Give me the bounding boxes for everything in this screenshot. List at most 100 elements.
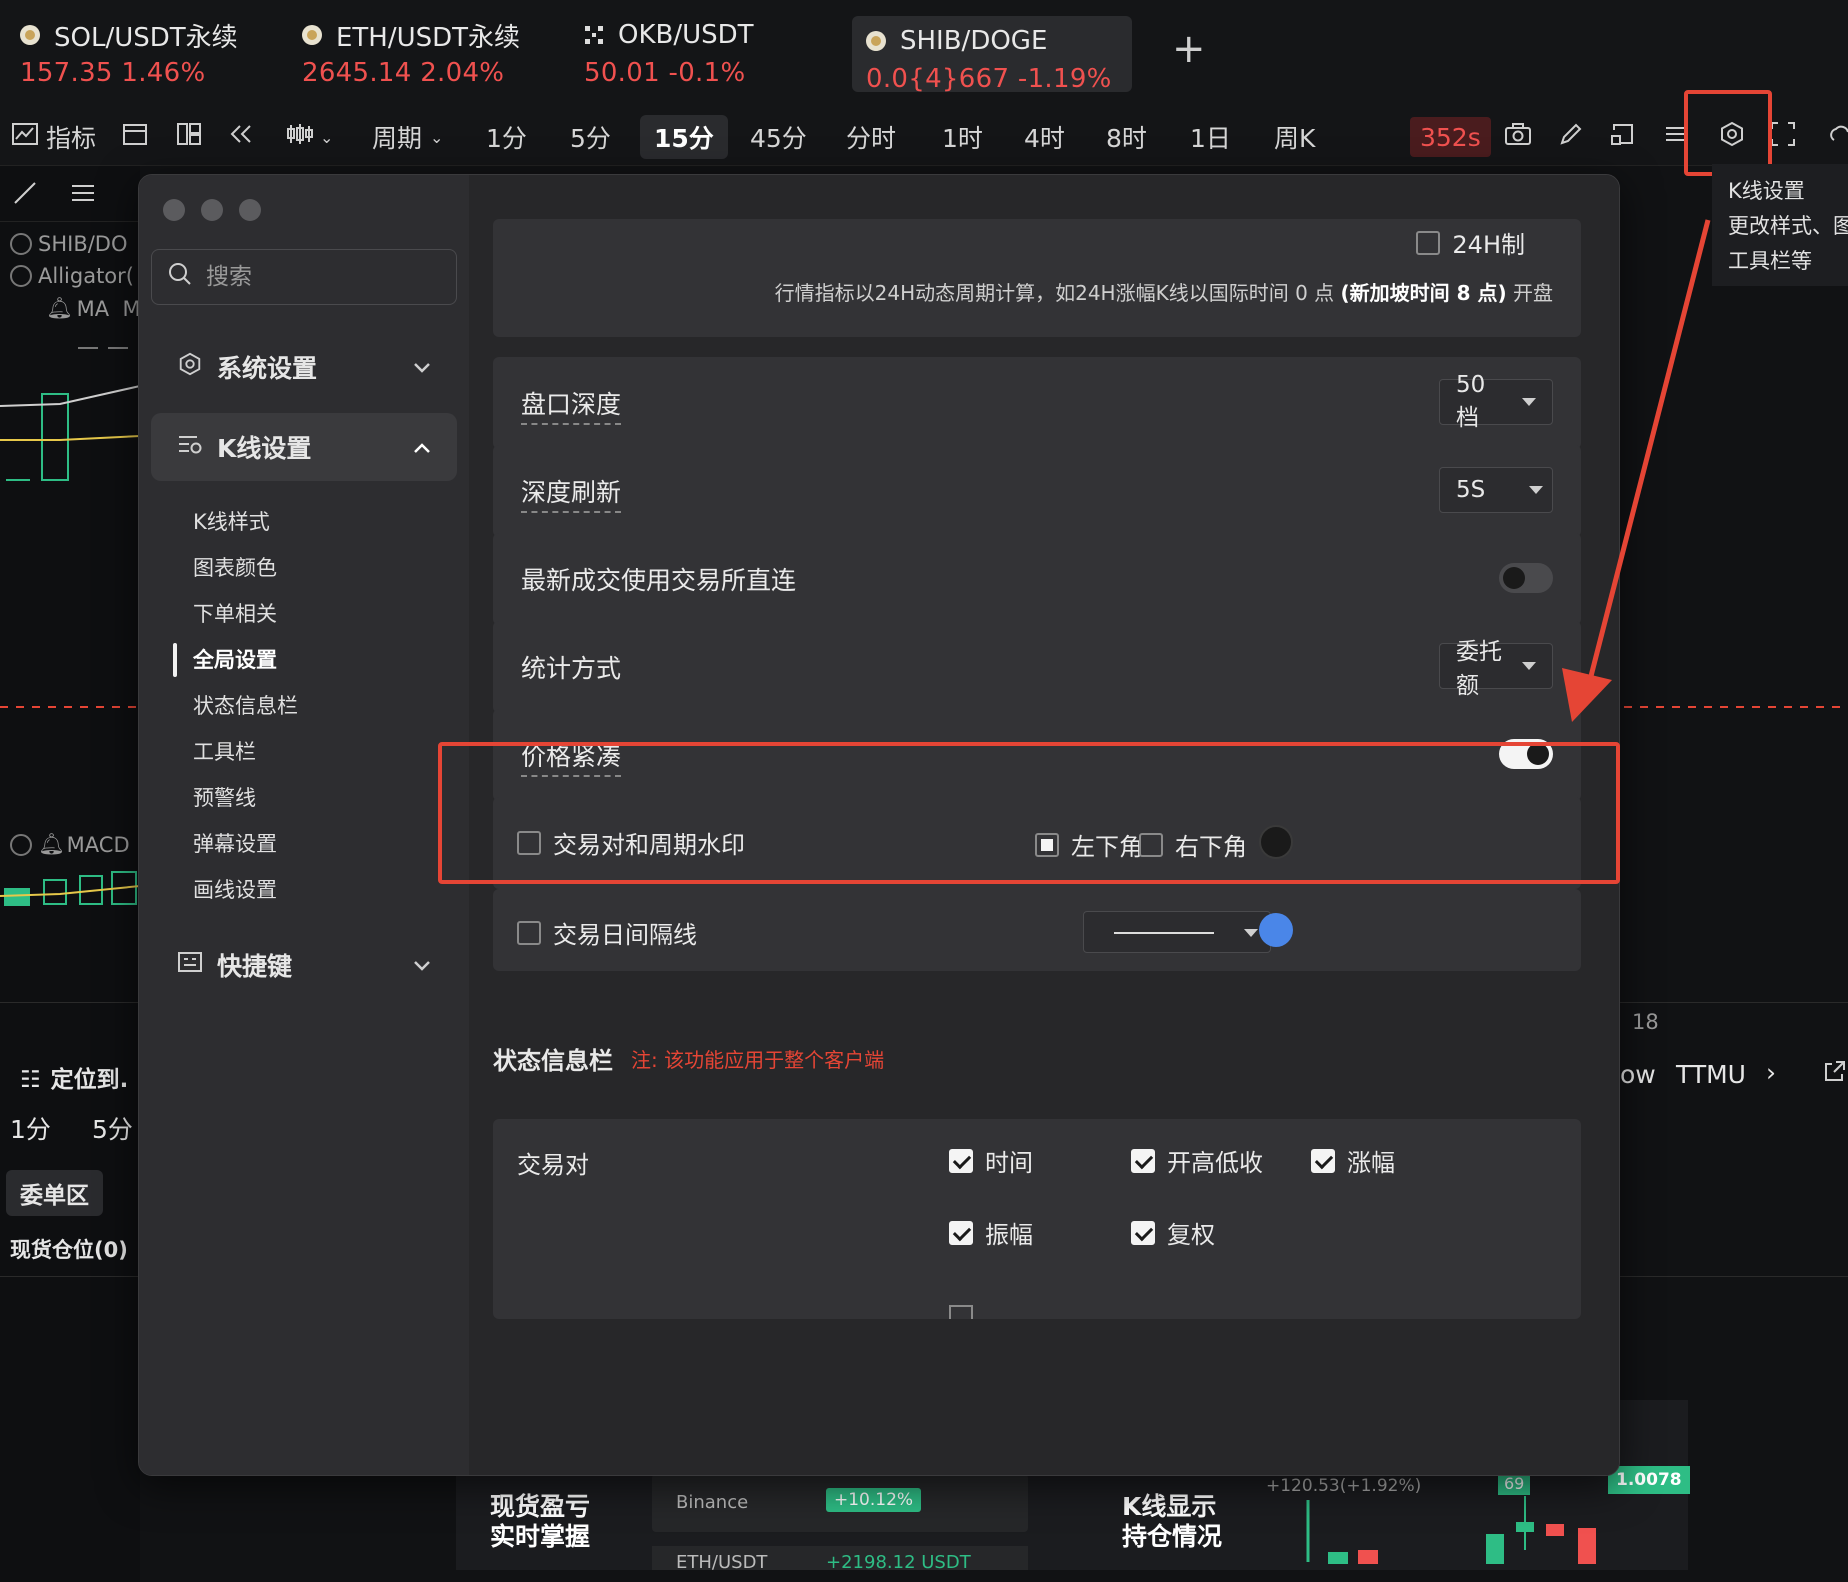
parallel-tool-icon[interactable] (70, 180, 96, 212)
depth-select[interactable]: 50档 (1439, 372, 1553, 431)
checkbox-status-amplitude[interactable]: 振幅 (949, 1215, 1033, 1250)
chart-type-dropdown[interactable]: ⌄ (286, 108, 333, 166)
checkbox-box[interactable] (1131, 1148, 1155, 1173)
interval-1d[interactable]: 1日 (1190, 108, 1231, 166)
promo-line: 现货盈亏 (490, 1492, 591, 1521)
right-tab-ttmu[interactable]: TTMU (1676, 1060, 1746, 1089)
subnav-drawing[interactable]: 画线设置 (193, 869, 277, 909)
checkbox-box[interactable] (1131, 1220, 1155, 1245)
minimize-window-button[interactable] (201, 199, 223, 221)
setting-24h-note: 行情指标以24H动态周期计算，如24H涨幅K线以国际时间 0 点 (新加坡时间 … (775, 277, 1553, 306)
select-value: 5S (1456, 477, 1486, 503)
direct-connect-toggle[interactable] (1499, 563, 1553, 593)
menu-button[interactable] (1664, 108, 1686, 166)
setting-label: 最新成交使用交易所直连 (521, 566, 797, 595)
ticker-tab-shib-doge[interactable]: SHIB/DOGE 0.0{4}667 -1.19% (852, 16, 1132, 94)
checkbox-day-separator[interactable]: 交易日间隔线 (517, 915, 697, 950)
stat-method-select[interactable]: 委托额 (1439, 639, 1553, 699)
bottom-interval-5m[interactable]: 5分 (92, 1110, 133, 1146)
fullscreen-button[interactable] (1770, 108, 1796, 166)
toggle-circle-icon[interactable] (10, 265, 32, 287)
tooltip-line: 工具栏等 (1728, 249, 1812, 273)
cloud-button[interactable] (1826, 108, 1848, 166)
bell-icon[interactable]: 🔔︎ (38, 832, 65, 857)
window-button[interactable] (1610, 108, 1636, 166)
nav-kline-settings[interactable]: K线设置 (151, 413, 457, 481)
bell-icon[interactable]: 🔔︎ (46, 296, 73, 321)
nav-shortcuts[interactable]: 快捷键 (151, 931, 457, 999)
toggle-circle-icon[interactable] (10, 233, 32, 255)
refresh-select[interactable]: 5S (1439, 467, 1553, 513)
interval-15m[interactable]: 15分 (640, 115, 728, 159)
indicators-button[interactable]: 指标 (12, 108, 96, 166)
checkbox-24h[interactable]: 24H制 (1416, 225, 1525, 260)
toggle-circle-icon[interactable] (10, 833, 32, 856)
caret-down-icon (1244, 929, 1258, 937)
subnav-alert-lines[interactable]: 预警线 (193, 777, 256, 817)
exchange-change-badge: +10.12% (826, 1488, 922, 1512)
checkbox-status-adjust[interactable]: 复权 (1131, 1215, 1215, 1250)
ticker-tab-okb[interactable]: OKB/USDT 50.01 -0.1% (584, 18, 754, 90)
checkbox-box[interactable] (517, 920, 541, 945)
checkbox-status-change[interactable]: 涨幅 (1311, 1143, 1395, 1178)
checkbox-box[interactable] (1416, 230, 1441, 255)
period-dropdown[interactable]: 周期 ⌄ (372, 108, 443, 166)
interval-45m[interactable]: 45分 (750, 108, 807, 166)
layout-button[interactable] (176, 108, 202, 166)
ticker-tabs: SOL/USDT永续 157.35 1.46% ETH/USDT永续 2645.… (0, 0, 1848, 108)
ticker-tab-eth[interactable]: ETH/USDT永续 2645.14 2.04% (302, 18, 520, 90)
settings-hexagon-icon (177, 351, 203, 383)
subnav-kline-style[interactable]: K线样式 (193, 501, 270, 541)
checkbox-status-ohlc[interactable]: 开高低收 (1131, 1143, 1263, 1178)
checkbox-box[interactable] (1311, 1148, 1335, 1173)
calendar-button[interactable] (122, 108, 148, 166)
search-icon (168, 262, 192, 292)
line-style-select[interactable] (1083, 911, 1271, 953)
maximize-window-button[interactable] (239, 199, 261, 221)
nav-system-settings[interactable]: 系统设置 (151, 333, 457, 401)
interval-5m[interactable]: 5分 (570, 108, 611, 166)
pnl-value: +2198.12 USDT (826, 1552, 971, 1570)
search-input[interactable] (206, 264, 426, 290)
subnav-status-bar[interactable]: 状态信息栏 (193, 685, 298, 725)
setting-depth: 盘口深度 50档 (493, 357, 1581, 449)
day-separator-color-swatch[interactable] (1259, 913, 1293, 947)
chevron-up-icon (413, 435, 431, 459)
locate-button[interactable]: ☷ 定位到. (20, 1060, 128, 1094)
replay-button[interactable] (228, 108, 254, 166)
checkbox-box[interactable] (949, 1220, 973, 1245)
spot-positions-tab[interactable]: 现货仓位(0) (10, 1234, 128, 1264)
interval-1m[interactable]: 1分 (486, 108, 527, 166)
interval-1h[interactable]: 1时 (942, 108, 983, 166)
close-window-button[interactable] (163, 199, 185, 221)
shib-coin-icon (866, 31, 886, 51)
subnav-danmaku[interactable]: 弹幕设置 (193, 823, 277, 863)
add-tab-button[interactable]: + (1172, 26, 1206, 72)
interval-1w[interactable]: 周K (1274, 108, 1315, 166)
draw-button[interactable] (1558, 108, 1584, 166)
bottom-interval-1m[interactable]: 1分 (10, 1110, 51, 1146)
chevron-down-icon: ⌄ (430, 127, 444, 147)
external-link-icon[interactable] (1824, 1060, 1846, 1088)
interval-timeshare[interactable]: 分时 (846, 108, 896, 166)
interval-4h[interactable]: 4时 (1024, 108, 1065, 166)
okb-logo-icon (584, 25, 604, 45)
checkbox-box[interactable] (949, 1148, 973, 1173)
subnav-toolbar[interactable]: 工具栏 (193, 731, 256, 771)
interval-8h[interactable]: 8时 (1106, 108, 1147, 166)
line-tool-icon[interactable] (12, 180, 38, 212)
orders-tab[interactable]: 委单区 (6, 1170, 103, 1216)
nav-label: 系统设置 (217, 354, 318, 383)
line-style-preview (1114, 932, 1214, 934)
subnav-order-related[interactable]: 下单相关 (193, 593, 277, 633)
screenshot-button[interactable] (1504, 108, 1532, 166)
chevron-right-icon[interactable]: › (1766, 1058, 1776, 1087)
checkbox-label: 交易日间隔线 (553, 921, 697, 949)
subnav-chart-colors[interactable]: 图表颜色 (193, 547, 277, 587)
subnav-global-settings[interactable]: 全局设置 (173, 639, 277, 679)
cloud-icon (1826, 122, 1848, 152)
ticker-tab-sol[interactable]: SOL/USDT永续 157.35 1.46% (20, 18, 238, 90)
checkbox-clipped[interactable] (949, 1305, 973, 1319)
checkbox-status-time[interactable]: 时间 (949, 1143, 1033, 1178)
eth-coin-icon (302, 25, 322, 45)
